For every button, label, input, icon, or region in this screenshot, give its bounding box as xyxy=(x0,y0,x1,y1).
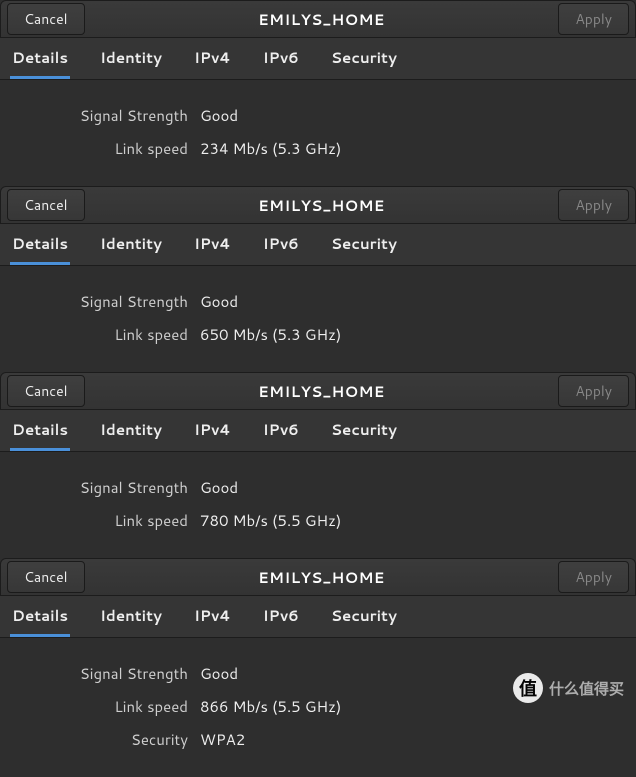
tab-security[interactable]: Security xyxy=(329,596,399,637)
details-body: Signal Strength Good Link speed 866 Mb/s… xyxy=(0,638,636,777)
tab-identity[interactable]: Identity xyxy=(98,224,164,265)
window-title: EMILYS_HOME xyxy=(258,567,385,588)
signal-strength-value: Good xyxy=(200,288,238,315)
signal-strength-value: Good xyxy=(200,660,238,687)
tab-security[interactable]: Security xyxy=(329,410,399,451)
detail-row: Signal Strength Good xyxy=(8,102,628,129)
tab-identity[interactable]: Identity xyxy=(98,596,164,637)
window-title: EMILYS_HOME xyxy=(258,195,385,216)
link-speed-value: 234 Mb/s (5.3 GHz) xyxy=(200,135,341,162)
tab-bar: Details Identity IPv4 IPv6 Security xyxy=(0,224,636,266)
signal-strength-label: Signal Strength xyxy=(8,660,200,687)
header-bar: Cancel EMILYS_HOME Apply xyxy=(0,372,636,410)
security-value: WPA2 xyxy=(200,726,245,753)
detail-row: Link speed 650 Mb/s (5.3 GHz) xyxy=(8,321,628,348)
tab-ipv6[interactable]: IPv6 xyxy=(261,596,301,637)
tab-bar: Details Identity IPv4 IPv6 Security xyxy=(0,596,636,638)
details-body: Signal Strength Good Link speed 650 Mb/s… xyxy=(0,266,636,372)
signal-strength-value: Good xyxy=(200,102,238,129)
tab-bar: Details Identity IPv4 IPv6 Security xyxy=(0,38,636,80)
wifi-settings-panel: Cancel EMILYS_HOME Apply Details Identit… xyxy=(0,372,636,558)
tab-ipv4[interactable]: IPv4 xyxy=(192,410,233,451)
tab-ipv6[interactable]: IPv6 xyxy=(261,224,301,265)
tab-security[interactable]: Security xyxy=(329,38,399,79)
wifi-settings-panel: Cancel EMILYS_HOME Apply Details Identit… xyxy=(0,186,636,372)
detail-row: Signal Strength Good xyxy=(8,288,628,315)
tab-ipv4[interactable]: IPv4 xyxy=(192,38,233,79)
tab-identity[interactable]: Identity xyxy=(98,38,164,79)
link-speed-value: 650 Mb/s (5.3 GHz) xyxy=(200,321,341,348)
cancel-button[interactable]: Cancel xyxy=(7,3,85,35)
signal-strength-label: Signal Strength xyxy=(8,288,200,315)
wifi-settings-panel: Cancel EMILYS_HOME Apply Details Identit… xyxy=(0,0,636,186)
detail-row: Link speed 234 Mb/s (5.3 GHz) xyxy=(8,135,628,162)
security-label: Security xyxy=(8,726,200,753)
window-title: EMILYS_HOME xyxy=(258,381,385,402)
detail-row: Signal Strength Good xyxy=(8,474,628,501)
tab-security[interactable]: Security xyxy=(329,224,399,265)
tab-details[interactable]: Details xyxy=(10,410,70,451)
link-speed-label: Link speed xyxy=(8,135,200,162)
cancel-button[interactable]: Cancel xyxy=(7,375,85,407)
tab-ipv4[interactable]: IPv4 xyxy=(192,596,233,637)
link-speed-value: 866 Mb/s (5.5 GHz) xyxy=(200,693,341,720)
cancel-button[interactable]: Cancel xyxy=(7,561,85,593)
tab-bar: Details Identity IPv4 IPv6 Security xyxy=(0,410,636,452)
tab-ipv6[interactable]: IPv6 xyxy=(261,38,301,79)
wifi-settings-panel: Cancel EMILYS_HOME Apply Details Identit… xyxy=(0,558,636,777)
details-body: Signal Strength Good Link speed 780 Mb/s… xyxy=(0,452,636,558)
window-title: EMILYS_HOME xyxy=(258,9,385,30)
cancel-button[interactable]: Cancel xyxy=(7,189,85,221)
tab-details[interactable]: Details xyxy=(10,224,70,265)
header-bar: Cancel EMILYS_HOME Apply xyxy=(0,558,636,596)
tab-ipv6[interactable]: IPv6 xyxy=(261,410,301,451)
link-speed-label: Link speed xyxy=(8,693,200,720)
link-speed-value: 780 Mb/s (5.5 GHz) xyxy=(200,507,341,534)
apply-button[interactable]: Apply xyxy=(558,3,629,35)
detail-row: Link speed 780 Mb/s (5.5 GHz) xyxy=(8,507,628,534)
tab-identity[interactable]: Identity xyxy=(98,410,164,451)
apply-button[interactable]: Apply xyxy=(558,189,629,221)
apply-button[interactable]: Apply xyxy=(558,375,629,407)
tab-ipv4[interactable]: IPv4 xyxy=(192,224,233,265)
signal-strength-label: Signal Strength xyxy=(8,102,200,129)
link-speed-label: Link speed xyxy=(8,507,200,534)
tab-details[interactable]: Details xyxy=(10,596,70,637)
apply-button[interactable]: Apply xyxy=(558,561,629,593)
link-speed-label: Link speed xyxy=(8,321,200,348)
detail-row: Link speed 866 Mb/s (5.5 GHz) xyxy=(8,693,628,720)
signal-strength-label: Signal Strength xyxy=(8,474,200,501)
detail-row: Signal Strength Good xyxy=(8,660,628,687)
header-bar: Cancel EMILYS_HOME Apply xyxy=(0,0,636,38)
details-body: Signal Strength Good Link speed 234 Mb/s… xyxy=(0,80,636,186)
tab-details[interactable]: Details xyxy=(10,38,70,79)
header-bar: Cancel EMILYS_HOME Apply xyxy=(0,186,636,224)
signal-strength-value: Good xyxy=(200,474,238,501)
detail-row: Security WPA2 xyxy=(8,726,628,753)
